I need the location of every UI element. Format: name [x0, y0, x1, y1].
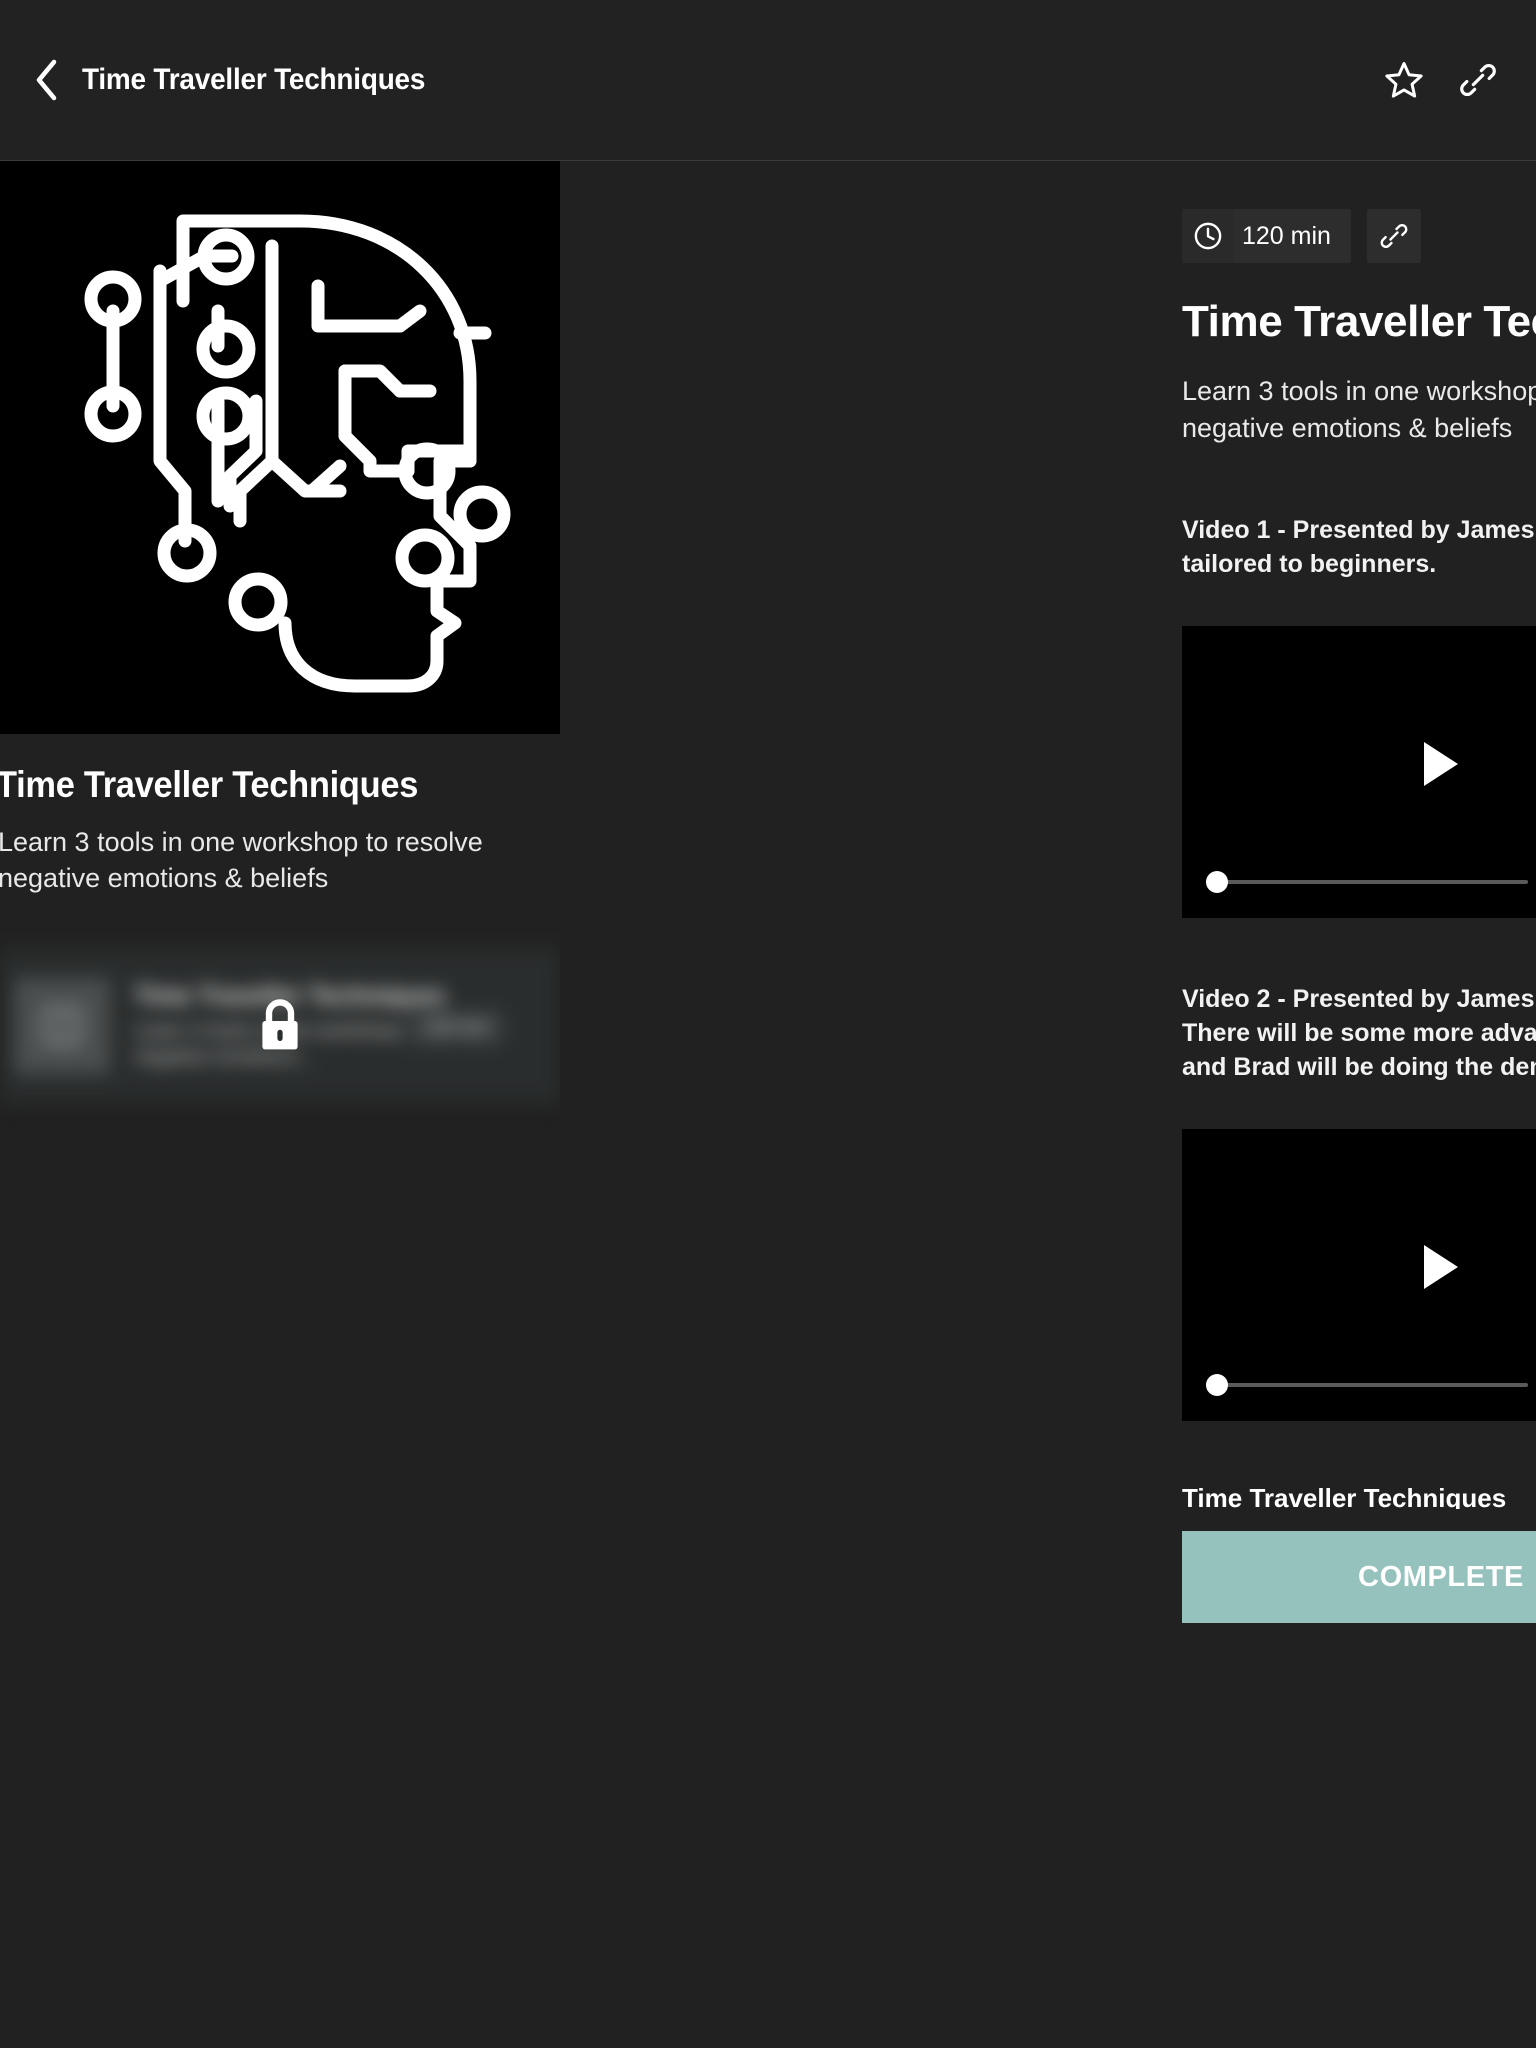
- video1-description: Video 1 - Presented by James and is tail…: [1182, 516, 1536, 579]
- detail-inner: 120 min Time Traveller Techniques: [1182, 209, 1536, 1624]
- favorite-button[interactable]: [1380, 56, 1428, 104]
- detail-panel: 120 min Time Traveller Techniques: [560, 161, 1536, 2048]
- clock-icon-box: [1182, 209, 1234, 263]
- app-header: Time Traveller Techniques: [0, 0, 1536, 161]
- share-link-button[interactable]: [1454, 56, 1502, 104]
- link-icon: [1460, 63, 1496, 97]
- detail-title: Time Traveller Techniques: [1182, 297, 1536, 346]
- detail-link-button[interactable]: [1366, 209, 1421, 263]
- video-player-2[interactable]: 132:13: [1182, 1129, 1536, 1422]
- video2-description: Video 2 - Presented by James & Brad. The…: [1182, 985, 1536, 1082]
- book-icon: [42, 1006, 82, 1046]
- clock-icon: [1194, 222, 1222, 250]
- left-panel-title: Time Traveller Techniques: [0, 764, 419, 805]
- link-icon: [1380, 223, 1408, 249]
- player2-bottom-controls: 132:13: [1206, 1369, 1536, 1401]
- locked-card-duration-badge: 120 min: [407, 1010, 504, 1046]
- hero-image: [0, 161, 560, 734]
- scrubber-track: [1206, 1383, 1528, 1388]
- duration-chip: 120 min: [1182, 209, 1351, 263]
- scrubber-track: [1206, 880, 1528, 885]
- play-icon[interactable]: [1424, 741, 1458, 786]
- scrubber-thumb[interactable]: [1206, 1374, 1228, 1397]
- back-button[interactable]: [30, 58, 64, 102]
- star-outline-icon: [1385, 62, 1423, 98]
- chevron-left-icon: [36, 59, 57, 101]
- scrubber-thumb[interactable]: [1206, 871, 1228, 894]
- locked-card-blurred-content: Time Traveller Techniques Learn 3 tools …: [0, 948, 560, 1104]
- page-title: Time Traveller Techniques: [82, 63, 426, 96]
- locked-card-thumbnail: [14, 977, 110, 1074]
- locked-lesson-card[interactable]: Time Traveller Techniques Learn 3 tools …: [0, 948, 560, 1104]
- player2-scrubber[interactable]: [1206, 1374, 1528, 1397]
- player1-scrubber[interactable]: [1206, 871, 1528, 894]
- video-player-1[interactable]: 122:29: [1182, 626, 1536, 919]
- left-panel-subtitle: Learn 3 tools in one workshop to resolve…: [0, 827, 483, 894]
- complete-button[interactable]: COMPLETE: [1182, 1531, 1536, 1624]
- player1-bottom-controls: 122:29: [1206, 866, 1536, 898]
- play-icon[interactable]: [1424, 1244, 1458, 1289]
- header-left-group: Time Traveller Techniques: [30, 58, 451, 102]
- meta-row: 120 min: [1182, 209, 1536, 263]
- left-panel: Time Traveller Techniques Learn 3 tools …: [0, 161, 560, 2048]
- body-split: Time Traveller Techniques Learn 3 tools …: [0, 161, 1536, 2048]
- header-actions: [1380, 56, 1502, 104]
- detail-subtitle: Learn 3 tools in one workshop to resolve…: [1182, 376, 1536, 443]
- app-root: Time Traveller Techniques Time Traveller…: [0, 0, 1536, 2048]
- locked-card-title: Time Traveller Techniques: [134, 982, 446, 1011]
- ai-brain-circuit-head-icon: [84, 214, 511, 693]
- bottom-lesson-title: Time Traveller Techniques: [1182, 1483, 1507, 1510]
- duration-label: 120 min: [1242, 222, 1331, 250]
